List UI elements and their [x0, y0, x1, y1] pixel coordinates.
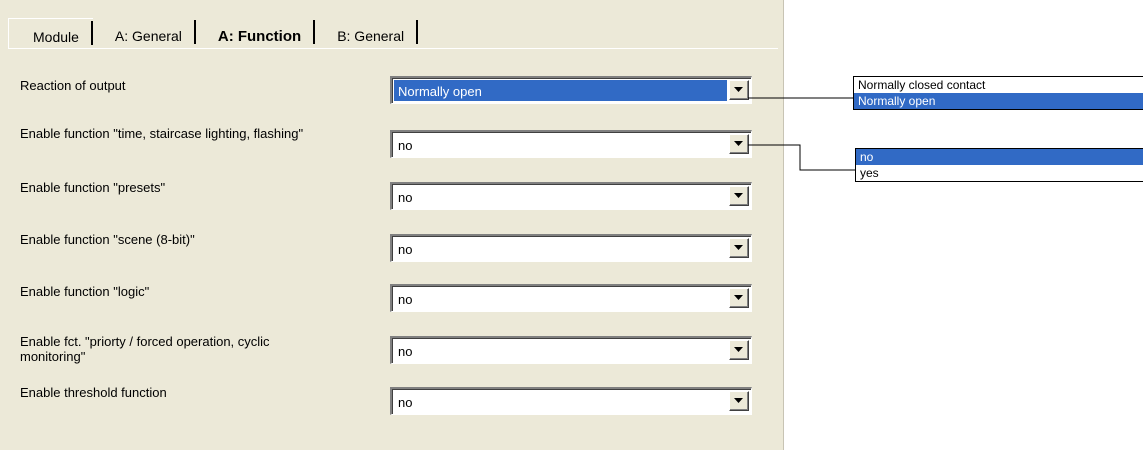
reaction-options-list: Normally closed contact Normally open — [853, 76, 1143, 110]
list-item-selected[interactable]: Normally open — [854, 93, 1143, 109]
list-item[interactable]: yes — [856, 165, 1143, 181]
time-options-list: no yes — [855, 148, 1143, 182]
callout-connectors — [748, 97, 855, 171]
list-item-selected[interactable]: no — [856, 149, 1143, 165]
list-item[interactable]: Normally closed contact — [854, 77, 1143, 93]
